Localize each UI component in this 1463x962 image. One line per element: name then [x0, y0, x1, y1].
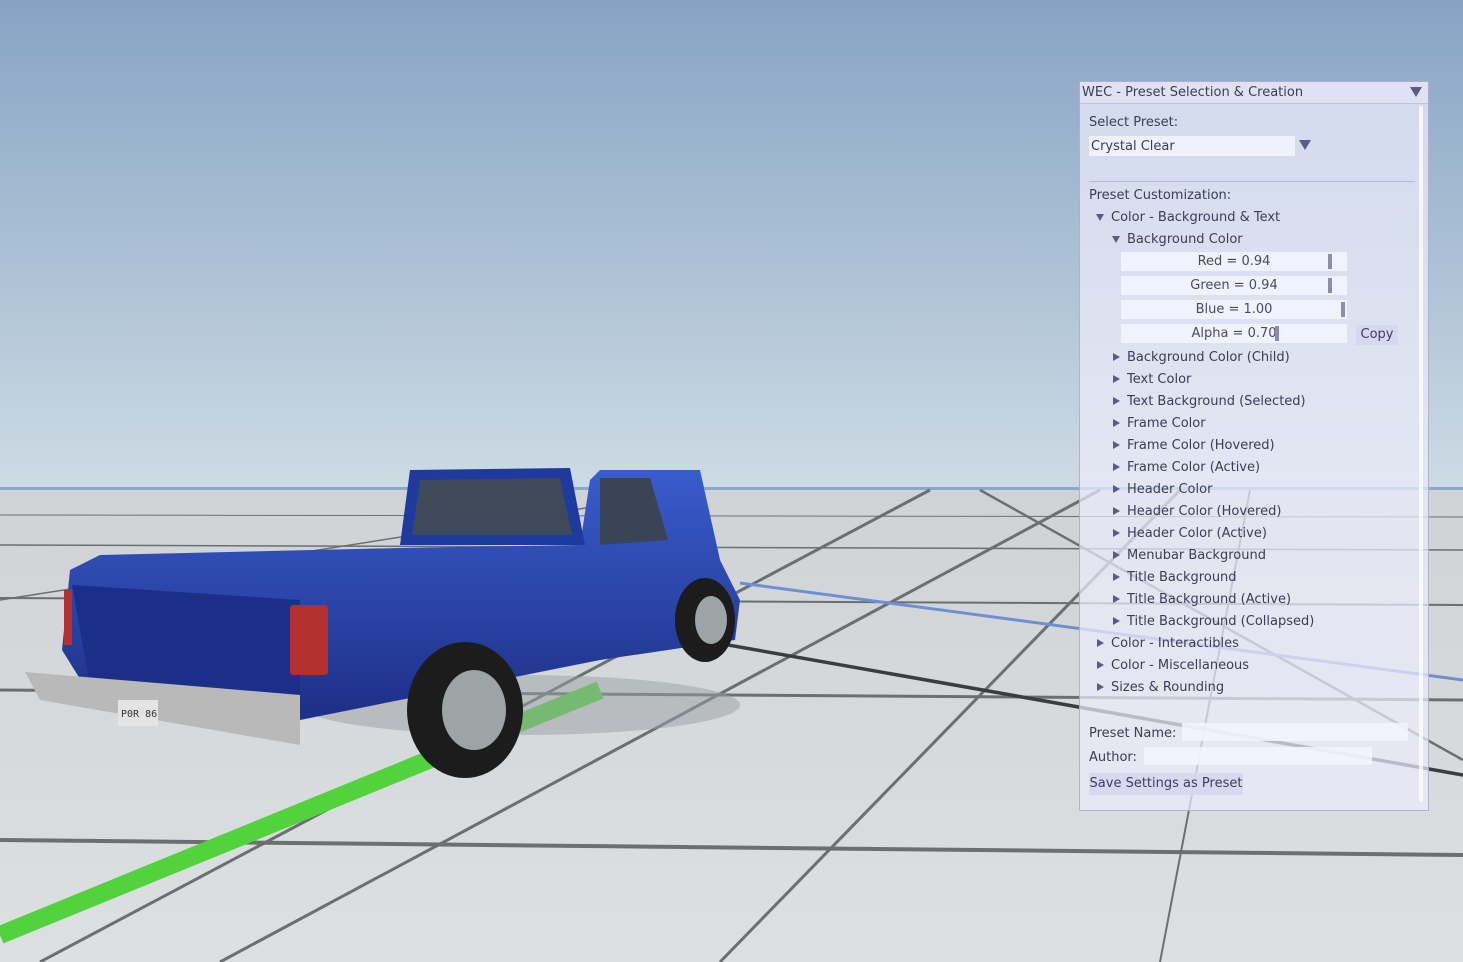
- save-preset-button[interactable]: Save Settings as Preset: [1089, 773, 1243, 795]
- red-slider[interactable]: Red = 0.94: [1121, 252, 1347, 271]
- tree-item-header-color-active[interactable]: Header Color (Active): [1111, 526, 1401, 546]
- tree-item-label: Header Color (Hovered): [1127, 504, 1282, 519]
- tree-node-sizes-rounding[interactable]: Sizes & Rounding: [1095, 680, 1395, 700]
- tree-collapsed-arrow-icon: [1113, 353, 1120, 361]
- tree-item-background-color-child[interactable]: Background Color (Child): [1111, 350, 1401, 370]
- blue-slider[interactable]: Blue = 1.00: [1121, 300, 1347, 319]
- tree-item-title-background-collapsed[interactable]: Title Background (Collapsed): [1111, 614, 1401, 634]
- tree-node-color-interactibles[interactable]: Color - Interactibles: [1095, 636, 1395, 656]
- tree-item-label: Frame Color: [1127, 416, 1206, 431]
- window-scrollbar[interactable]: [1419, 106, 1423, 802]
- alpha-slider[interactable]: Alpha = 0.70: [1121, 324, 1347, 343]
- license-plate-text: P0R 86: [121, 709, 157, 720]
- preset-dropdown-value: Crystal Clear: [1091, 139, 1175, 154]
- tree-item-label: Text Background (Selected): [1127, 394, 1306, 409]
- window-title-bar[interactable]: WEC - Preset Selection & Creation: [1080, 82, 1428, 104]
- preset-dropdown[interactable]: Crystal Clear: [1089, 136, 1295, 156]
- tree-node-label: Color - Miscellaneous: [1111, 658, 1250, 673]
- tree-item-label: Title Background: [1127, 570, 1237, 585]
- tree-collapsed-arrow-icon: [1113, 617, 1120, 625]
- tree-item-frame-color-active[interactable]: Frame Color (Active): [1111, 460, 1401, 480]
- tree-collapsed-arrow-icon: [1113, 441, 1120, 449]
- save-preset-button-label: Save Settings as Preset: [1089, 776, 1243, 791]
- blue-slider-grab[interactable]: [1341, 302, 1345, 317]
- tree-collapsed-arrow-icon: [1113, 397, 1120, 405]
- tree-node-background-color[interactable]: Background Color: [1111, 232, 1391, 252]
- copy-button[interactable]: Copy: [1356, 325, 1398, 345]
- tree-expanded-arrow-icon: [1112, 236, 1120, 243]
- tree-item-label: Title Background (Collapsed): [1127, 614, 1315, 629]
- preset-name-label: Preset Name:: [1089, 726, 1177, 741]
- tree-item-menubar-background[interactable]: Menubar Background: [1111, 548, 1401, 568]
- tree-node-color-background-text[interactable]: Color - Background & Text: [1095, 210, 1395, 230]
- tree-item-frame-color[interactable]: Frame Color: [1111, 416, 1401, 436]
- tree-item-label: Title Background (Active): [1127, 592, 1292, 607]
- alpha-slider-grab[interactable]: [1275, 326, 1279, 341]
- tree-collapsed-arrow-icon: [1113, 529, 1120, 537]
- tree-expanded-arrow-icon: [1096, 214, 1104, 221]
- blue-slider-text: Blue = 1.00: [1195, 302, 1273, 317]
- tree-node-label: Background Color: [1127, 232, 1243, 247]
- tree-item-header-color-hovered[interactable]: Header Color (Hovered): [1111, 504, 1401, 524]
- tree-collapsed-arrow-icon: [1113, 419, 1120, 427]
- preset-name-input[interactable]: [1182, 723, 1408, 741]
- tree-collapsed-arrow-icon: [1097, 639, 1104, 647]
- tree-collapsed-arrow-icon: [1113, 375, 1120, 383]
- tree-collapsed-arrow-icon: [1113, 595, 1120, 603]
- customization-heading: Preset Customization:: [1089, 188, 1232, 203]
- tree-item-title-background[interactable]: Title Background: [1111, 570, 1401, 590]
- tree-node-label: Sizes & Rounding: [1111, 680, 1225, 695]
- tree-collapsed-arrow-icon: [1113, 573, 1120, 581]
- collapse-arrow-icon[interactable]: [1410, 87, 1422, 97]
- tree-item-label: Menubar Background: [1127, 548, 1266, 563]
- tree-item-label: Background Color (Child): [1127, 350, 1290, 365]
- copy-button-label: Copy: [1360, 327, 1394, 342]
- green-slider-grab[interactable]: [1328, 278, 1332, 293]
- green-slider[interactable]: Green = 0.94: [1121, 276, 1347, 295]
- tree-item-label: Header Color (Active): [1127, 526, 1267, 541]
- tree-item-label: Text Color: [1127, 372, 1192, 387]
- preset-window[interactable]: WEC - Preset Selection & Creation Select…: [1079, 81, 1429, 811]
- tree-item-title-background-active[interactable]: Title Background (Active): [1111, 592, 1401, 612]
- tree-item-text-background-selected[interactable]: Text Background (Selected): [1111, 394, 1401, 414]
- tree-item-frame-color-hovered[interactable]: Frame Color (Hovered): [1111, 438, 1401, 458]
- tree-item-label: Header Color: [1127, 482, 1213, 497]
- tree-collapsed-arrow-icon: [1097, 661, 1104, 669]
- tree-collapsed-arrow-icon: [1097, 683, 1104, 691]
- tree-collapsed-arrow-icon: [1113, 507, 1120, 515]
- green-slider-text: Green = 0.94: [1190, 278, 1278, 293]
- tree-collapsed-arrow-icon: [1113, 551, 1120, 559]
- tree-item-text-color[interactable]: Text Color: [1111, 372, 1401, 392]
- tree-item-label: Frame Color (Active): [1127, 460, 1261, 475]
- author-input[interactable]: [1144, 747, 1372, 765]
- tree-collapsed-arrow-icon: [1113, 463, 1120, 471]
- separator: [1089, 181, 1415, 182]
- tree-collapsed-arrow-icon: [1113, 485, 1120, 493]
- select-preset-label: Select Preset:: [1089, 115, 1179, 130]
- red-slider-text: Red = 0.94: [1197, 254, 1271, 269]
- alpha-slider-text: Alpha = 0.70: [1191, 326, 1277, 341]
- tree-node-color-miscellaneous[interactable]: Color - Miscellaneous: [1095, 658, 1395, 678]
- author-label: Author:: [1089, 750, 1137, 765]
- tree-node-label: Color - Interactibles: [1111, 636, 1239, 651]
- tree-item-label: Frame Color (Hovered): [1127, 438, 1275, 453]
- window-title: WEC - Preset Selection & Creation: [1082, 85, 1304, 100]
- tree-item-header-color[interactable]: Header Color: [1111, 482, 1401, 502]
- red-slider-grab[interactable]: [1328, 254, 1332, 269]
- dropdown-arrow-icon[interactable]: [1299, 140, 1311, 150]
- tree-node-label: Color - Background & Text: [1111, 210, 1281, 225]
